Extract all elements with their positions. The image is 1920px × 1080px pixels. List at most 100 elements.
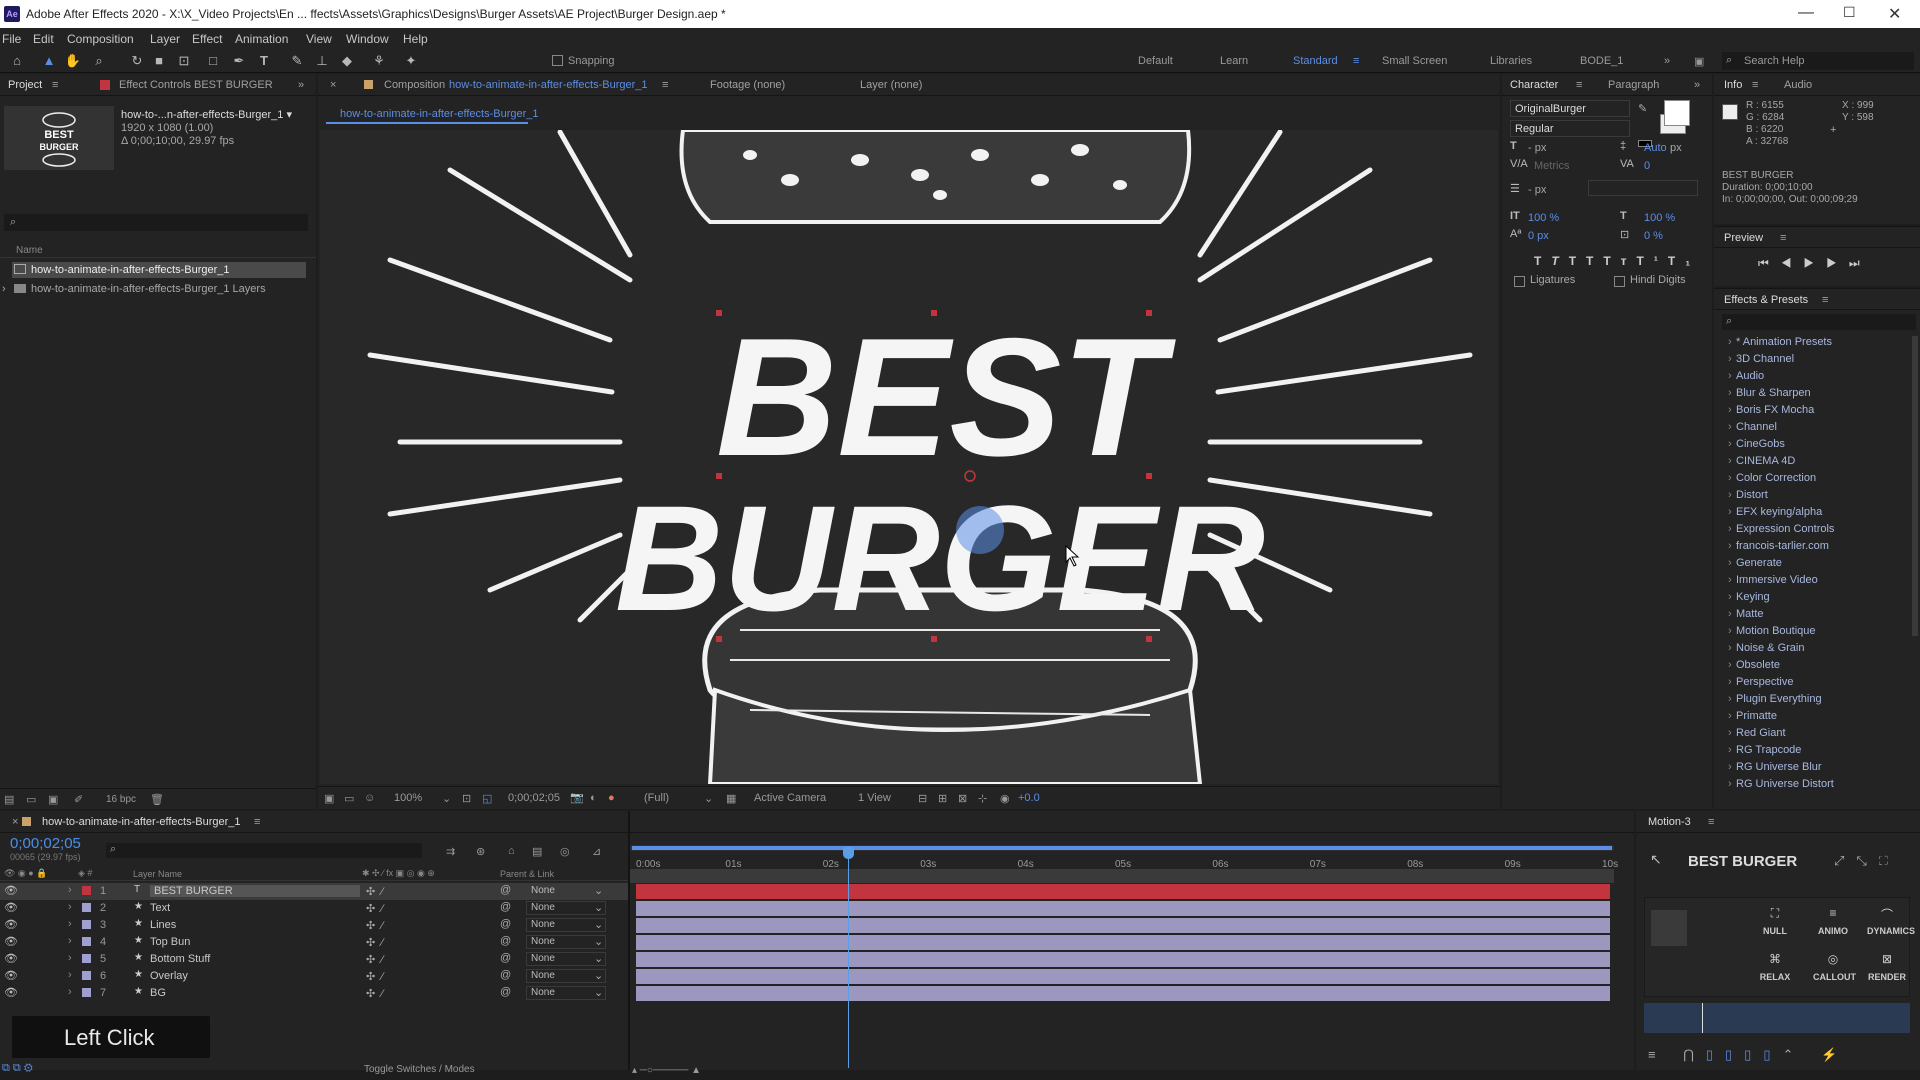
eye-icon[interactable]: 👁: [4, 901, 18, 914]
comp-name[interactable]: how-to-...n-after-effects-Burger_1 ▾: [121, 108, 292, 121]
workspace-bode[interactable]: BODE_1: [1580, 55, 1623, 67]
expand-icon[interactable]: ›: [68, 986, 72, 998]
pickwhip-icon[interactable]: @: [500, 935, 511, 947]
pickwhip-icon[interactable]: @: [500, 901, 511, 913]
kerning-value[interactable]: Metrics: [1534, 160, 1569, 172]
monitor-icon[interactable]: ▭: [344, 792, 354, 805]
horizontal-scale-value[interactable]: 100 %: [1644, 212, 1675, 224]
resolution-dropdown[interactable]: (Full): [644, 792, 669, 804]
hindi-digits-checkbox[interactable]: [1614, 276, 1625, 287]
search-help-input[interactable]: Search Help: [1744, 55, 1805, 67]
tab-paragraph[interactable]: Paragraph: [1608, 79, 1659, 91]
fill-color-swatch[interactable]: [1664, 100, 1690, 126]
workspace-default[interactable]: Default: [1138, 55, 1173, 67]
chevron-down-icon[interactable]: ⌄: [442, 792, 451, 805]
font-family-dropdown[interactable]: OriginalBurger: [1510, 100, 1630, 117]
dynamics-icon[interactable]: ⌒: [1867, 906, 1907, 923]
project-search-input[interactable]: ⌕: [4, 214, 308, 231]
layer-name[interactable]: Bottom Stuff: [150, 953, 210, 965]
animo-icon[interactable]: ≡: [1813, 906, 1853, 920]
relax-icon[interactable]: ⌘: [1755, 952, 1795, 966]
effects-item[interactable]: Generate: [1728, 557, 1782, 569]
layer-bar[interactable]: [636, 918, 1610, 933]
tab-footage[interactable]: Footage (none): [710, 79, 785, 91]
expand-icon[interactable]: ›: [68, 884, 72, 896]
workspace-libraries[interactable]: Libraries: [1490, 55, 1532, 67]
expand-icon[interactable]: ›: [68, 952, 72, 964]
effects-item[interactable]: CineGobs: [1728, 438, 1785, 450]
delete-icon[interactable]: 🗑: [150, 793, 164, 806]
tab-motion[interactable]: Motion-3: [1648, 816, 1691, 828]
list-item[interactable]: how-to-animate-in-after-effects-Burger_1: [0, 261, 316, 278]
fit-icon[interactable]: ⊡: [462, 792, 471, 805]
effects-item[interactable]: RG Universe Distort: [1728, 778, 1834, 790]
camera-dropdown[interactable]: Active Camera: [754, 792, 826, 804]
dynamics-button[interactable]: DYNAMICS: [1867, 926, 1915, 936]
tab-preview[interactable]: Preview: [1724, 232, 1763, 244]
menu-composition[interactable]: Composition: [67, 32, 134, 46]
switches[interactable]: ✣ ∕: [366, 987, 383, 1000]
close-icon[interactable]: ✕: [1888, 4, 1901, 24]
effects-item[interactable]: Plugin Everything: [1728, 693, 1822, 705]
menu-effect[interactable]: Effect: [192, 32, 222, 46]
expand-icon[interactable]: ›: [2, 283, 6, 295]
callout-icon[interactable]: ◎: [1813, 952, 1853, 966]
search-help-box[interactable]: ⌕ Search Help: [1722, 52, 1914, 70]
layer-name[interactable]: Text: [150, 902, 170, 914]
effects-item[interactable]: CINEMA 4D: [1728, 455, 1795, 467]
vertical-scale-value[interactable]: 100 %: [1528, 212, 1559, 224]
camera-tool-icon[interactable]: ■: [150, 52, 168, 70]
font-style-dropdown[interactable]: Regular: [1510, 120, 1630, 137]
tab-comp-label[interactable]: Composition: [384, 79, 445, 91]
layer-bar[interactable]: [636, 969, 1610, 984]
table-row[interactable]: 👁 › 2 ★ Text ✣ ∕ @ None ⌄: [0, 900, 628, 917]
switches[interactable]: ✣ ∕: [366, 970, 383, 983]
table-row[interactable]: 👁 › 4 ★ Top Bun ✣ ∕ @ None ⌄: [0, 934, 628, 951]
view-layout-dropdown[interactable]: 1 View: [858, 792, 891, 804]
toggle-pixel-icon[interactable]: ⊟: [918, 792, 927, 805]
puppet-tool-icon[interactable]: ✦: [402, 52, 420, 70]
eye-icon[interactable]: 👁: [4, 986, 18, 999]
tab-info[interactable]: Info: [1724, 79, 1742, 91]
curve-marker[interactable]: [1702, 1003, 1703, 1033]
timeline-icon[interactable]: ⊠: [958, 792, 967, 805]
effects-item[interactable]: * Animation Presets: [1728, 336, 1832, 348]
motion-footer-icons[interactable]: ≡ ⋂▯▯▯▯⌃ ⚡: [1648, 1047, 1849, 1063]
text-style-buttons[interactable]: TTTTTᴛT¹T₁: [1534, 254, 1700, 268]
ligatures-checkbox[interactable]: [1514, 276, 1525, 287]
anchor-preview[interactable]: [1651, 910, 1687, 946]
tab-character[interactable]: Character: [1510, 79, 1558, 91]
effects-item[interactable]: Color Correction: [1728, 472, 1816, 484]
tab-menu-icon[interactable]: ≡: [1780, 232, 1786, 244]
comp-viewer[interactable]: BEST BURGER: [320, 130, 1498, 784]
switches[interactable]: ✣ ∕: [366, 902, 383, 915]
relax-button[interactable]: RELAX: [1755, 972, 1795, 982]
table-row[interactable]: 👁 › 5 ★ Bottom Stuff ✣ ∕ @ None ⌄: [0, 951, 628, 968]
effects-item[interactable]: Primatte: [1728, 710, 1777, 722]
eye-icon[interactable]: 👁: [4, 952, 18, 965]
pickwhip-icon[interactable]: @: [500, 986, 511, 998]
animo-button[interactable]: ANIMO: [1813, 926, 1853, 936]
layer-name[interactable]: BEST BURGER: [150, 885, 360, 897]
switches[interactable]: ✣ ∕: [366, 936, 383, 949]
playback-controls[interactable]: ⏮◀▶▶⏭: [1758, 256, 1872, 271]
bpc-label[interactable]: 16 bpc: [106, 794, 136, 805]
new-comp-icon[interactable]: ▣: [48, 793, 58, 806]
layer-bar[interactable]: [636, 884, 1610, 899]
layer-bar[interactable]: [636, 935, 1610, 950]
effects-search-input[interactable]: ⌕: [1722, 314, 1916, 330]
menu-animation[interactable]: Animation: [235, 32, 288, 46]
label-color-icon[interactable]: [82, 937, 91, 946]
roto-brush-icon[interactable]: ⚘: [370, 52, 388, 70]
current-time[interactable]: 0;00;02;05: [508, 792, 560, 804]
chevron-down-icon[interactable]: ⌄: [704, 792, 713, 805]
shy-icon[interactable]: ⌂: [508, 845, 515, 857]
fast-preview-icon[interactable]: ⊞: [938, 792, 947, 805]
eye-icon[interactable]: 👁: [4, 935, 18, 948]
pan-behind-icon[interactable]: ⊡: [175, 52, 193, 70]
effects-item[interactable]: RG Universe Blur: [1728, 761, 1822, 773]
label-color-icon[interactable]: [82, 903, 91, 912]
menu-edit[interactable]: Edit: [33, 32, 54, 46]
font-size-value[interactable]: - px: [1528, 142, 1546, 154]
effects-item[interactable]: Channel: [1728, 421, 1777, 433]
